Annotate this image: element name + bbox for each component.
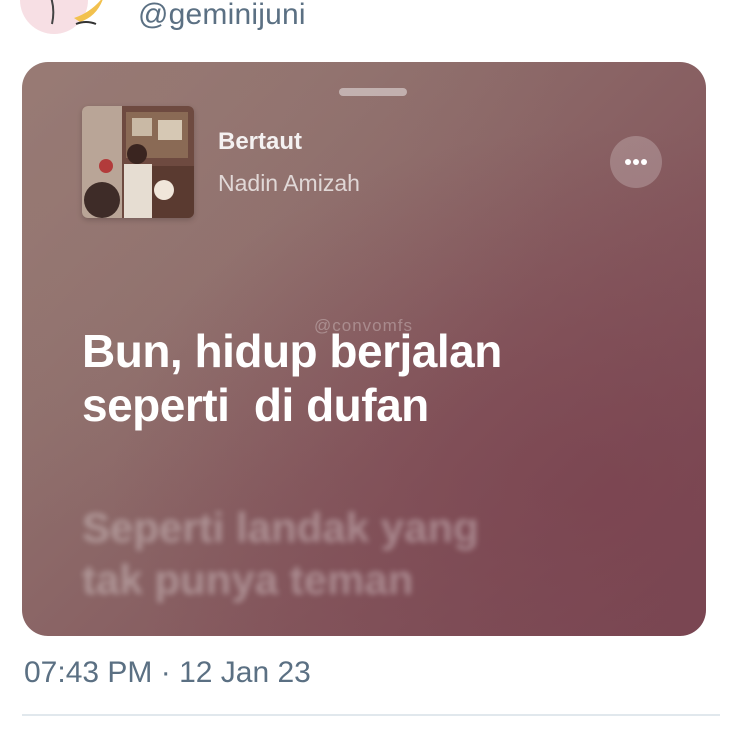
ellipsis-icon	[641, 159, 647, 165]
tweet-timestamp[interactable]: 07:43 PM · 12 Jan 23	[24, 656, 311, 690]
current-lyric: Bun, hidup berjalan seperti di dufan	[82, 324, 682, 432]
next-lyric-line: tak punya teman	[82, 556, 414, 603]
tweet-page: @geminijuni Bertaut Nadin Amizah @convom…	[0, 0, 743, 743]
drag-handle[interactable]	[339, 88, 407, 96]
artist-name: Nadin Amizah	[218, 170, 360, 196]
next-lyric-line: Seperti landak yang	[82, 504, 479, 551]
current-lyric-line: Bun, hidup berjalan	[82, 325, 502, 377]
song-title: Bertaut	[218, 128, 303, 155]
ellipsis-icon	[633, 159, 639, 165]
current-lyric-line: seperti di dufan	[82, 379, 429, 431]
next-lyric: Seperti landak yang tak punya teman	[82, 502, 682, 606]
avatar[interactable]	[14, 0, 124, 35]
album-art	[82, 106, 194, 218]
ellipsis-icon	[625, 159, 631, 165]
divider	[22, 714, 720, 716]
more-options-button[interactable]	[610, 136, 662, 188]
user-handle[interactable]: @geminijuni	[138, 0, 306, 32]
music-lyrics-card: Bertaut Nadin Amizah @convomfs Bun, hidu…	[22, 62, 706, 636]
